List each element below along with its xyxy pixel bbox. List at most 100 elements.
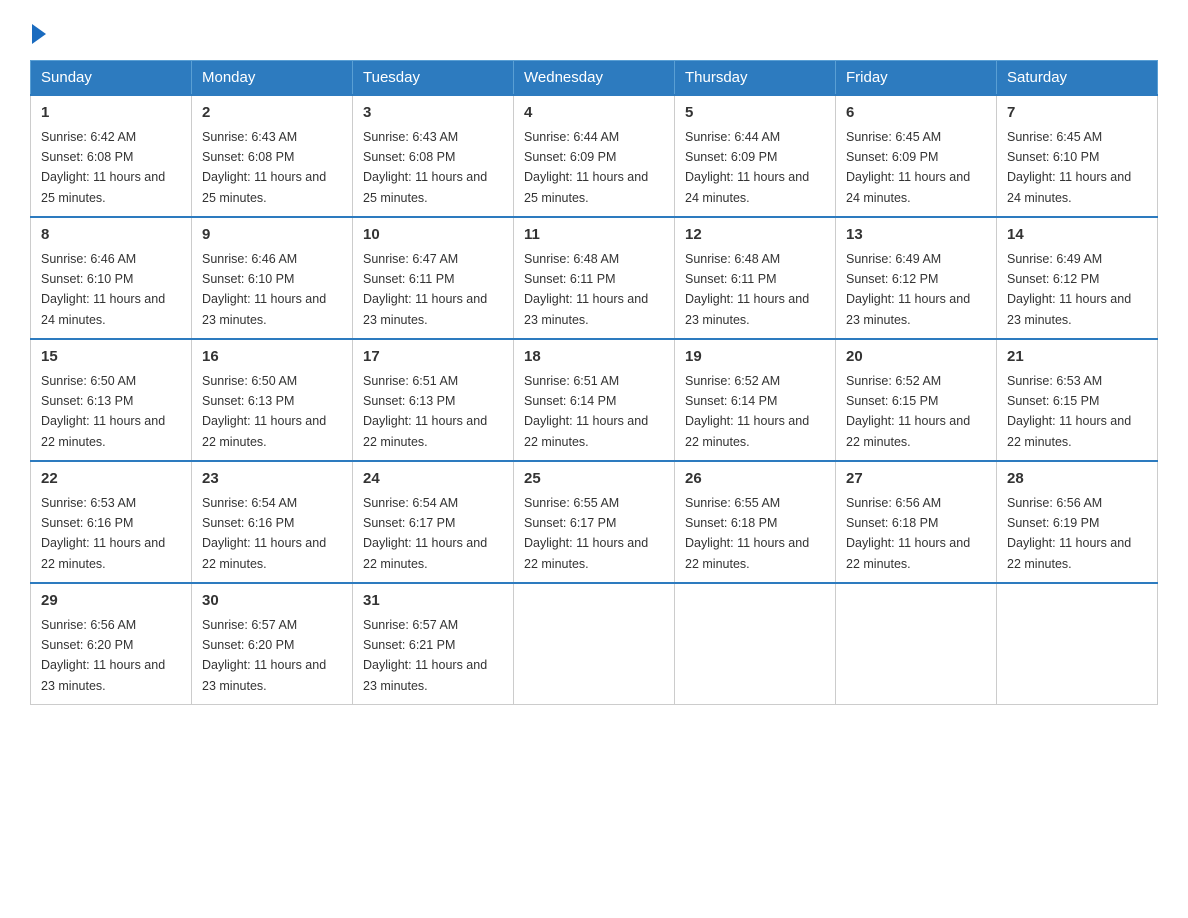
calendar-cell: 10 Sunrise: 6:47 AMSunset: 6:11 PMDaylig… — [353, 217, 514, 339]
day-number: 31 — [363, 590, 503, 613]
day-info: Sunrise: 6:54 AMSunset: 6:17 PMDaylight:… — [363, 496, 487, 571]
calendar-cell: 1 Sunrise: 6:42 AMSunset: 6:08 PMDayligh… — [31, 95, 192, 217]
day-info: Sunrise: 6:57 AMSunset: 6:20 PMDaylight:… — [202, 618, 326, 693]
calendar-cell: 21 Sunrise: 6:53 AMSunset: 6:15 PMDaylig… — [997, 339, 1158, 461]
day-number: 10 — [363, 224, 503, 247]
calendar-cell — [836, 583, 997, 705]
calendar-cell: 14 Sunrise: 6:49 AMSunset: 6:12 PMDaylig… — [997, 217, 1158, 339]
day-info: Sunrise: 6:55 AMSunset: 6:18 PMDaylight:… — [685, 496, 809, 571]
day-info: Sunrise: 6:56 AMSunset: 6:20 PMDaylight:… — [41, 618, 165, 693]
day-number: 16 — [202, 346, 342, 369]
day-number: 4 — [524, 102, 664, 125]
day-info: Sunrise: 6:49 AMSunset: 6:12 PMDaylight:… — [846, 252, 970, 327]
calendar-cell: 3 Sunrise: 6:43 AMSunset: 6:08 PMDayligh… — [353, 95, 514, 217]
day-number: 29 — [41, 590, 181, 613]
day-number: 21 — [1007, 346, 1147, 369]
day-info: Sunrise: 6:56 AMSunset: 6:18 PMDaylight:… — [846, 496, 970, 571]
day-number: 8 — [41, 224, 181, 247]
day-number: 20 — [846, 346, 986, 369]
col-header-sunday: Sunday — [31, 61, 192, 96]
calendar-cell: 7 Sunrise: 6:45 AMSunset: 6:10 PMDayligh… — [997, 95, 1158, 217]
day-info: Sunrise: 6:45 AMSunset: 6:09 PMDaylight:… — [846, 130, 970, 205]
day-info: Sunrise: 6:52 AMSunset: 6:15 PMDaylight:… — [846, 374, 970, 449]
calendar-cell: 25 Sunrise: 6:55 AMSunset: 6:17 PMDaylig… — [514, 461, 675, 583]
calendar-cell: 18 Sunrise: 6:51 AMSunset: 6:14 PMDaylig… — [514, 339, 675, 461]
col-header-friday: Friday — [836, 61, 997, 96]
day-info: Sunrise: 6:48 AMSunset: 6:11 PMDaylight:… — [524, 252, 648, 327]
day-number: 18 — [524, 346, 664, 369]
day-number: 28 — [1007, 468, 1147, 491]
day-number: 25 — [524, 468, 664, 491]
logo — [30, 20, 46, 40]
day-number: 2 — [202, 102, 342, 125]
day-info: Sunrise: 6:43 AMSunset: 6:08 PMDaylight:… — [363, 130, 487, 205]
day-info: Sunrise: 6:56 AMSunset: 6:19 PMDaylight:… — [1007, 496, 1131, 571]
calendar-cell — [514, 583, 675, 705]
day-number: 19 — [685, 346, 825, 369]
day-number: 1 — [41, 102, 181, 125]
day-number: 6 — [846, 102, 986, 125]
calendar-table: SundayMondayTuesdayWednesdayThursdayFrid… — [30, 60, 1158, 705]
day-info: Sunrise: 6:47 AMSunset: 6:11 PMDaylight:… — [363, 252, 487, 327]
calendar-cell: 16 Sunrise: 6:50 AMSunset: 6:13 PMDaylig… — [192, 339, 353, 461]
day-number: 13 — [846, 224, 986, 247]
day-info: Sunrise: 6:46 AMSunset: 6:10 PMDaylight:… — [202, 252, 326, 327]
day-info: Sunrise: 6:54 AMSunset: 6:16 PMDaylight:… — [202, 496, 326, 571]
calendar-cell — [997, 583, 1158, 705]
day-info: Sunrise: 6:44 AMSunset: 6:09 PMDaylight:… — [685, 130, 809, 205]
day-number: 9 — [202, 224, 342, 247]
day-info: Sunrise: 6:43 AMSunset: 6:08 PMDaylight:… — [202, 130, 326, 205]
logo-arrow-icon — [32, 24, 46, 44]
day-number: 24 — [363, 468, 503, 491]
day-info: Sunrise: 6:53 AMSunset: 6:15 PMDaylight:… — [1007, 374, 1131, 449]
day-number: 23 — [202, 468, 342, 491]
day-number: 26 — [685, 468, 825, 491]
calendar-cell — [675, 583, 836, 705]
day-number: 12 — [685, 224, 825, 247]
col-header-saturday: Saturday — [997, 61, 1158, 96]
calendar-cell: 13 Sunrise: 6:49 AMSunset: 6:12 PMDaylig… — [836, 217, 997, 339]
calendar-cell: 2 Sunrise: 6:43 AMSunset: 6:08 PMDayligh… — [192, 95, 353, 217]
day-info: Sunrise: 6:55 AMSunset: 6:17 PMDaylight:… — [524, 496, 648, 571]
page-header — [30, 20, 1158, 40]
day-number: 15 — [41, 346, 181, 369]
day-info: Sunrise: 6:53 AMSunset: 6:16 PMDaylight:… — [41, 496, 165, 571]
calendar-cell: 30 Sunrise: 6:57 AMSunset: 6:20 PMDaylig… — [192, 583, 353, 705]
calendar-cell: 28 Sunrise: 6:56 AMSunset: 6:19 PMDaylig… — [997, 461, 1158, 583]
calendar-cell: 9 Sunrise: 6:46 AMSunset: 6:10 PMDayligh… — [192, 217, 353, 339]
calendar-cell: 20 Sunrise: 6:52 AMSunset: 6:15 PMDaylig… — [836, 339, 997, 461]
calendar-cell: 6 Sunrise: 6:45 AMSunset: 6:09 PMDayligh… — [836, 95, 997, 217]
calendar-cell: 5 Sunrise: 6:44 AMSunset: 6:09 PMDayligh… — [675, 95, 836, 217]
week-row-3: 15 Sunrise: 6:50 AMSunset: 6:13 PMDaylig… — [31, 339, 1158, 461]
day-info: Sunrise: 6:44 AMSunset: 6:09 PMDaylight:… — [524, 130, 648, 205]
calendar-cell: 27 Sunrise: 6:56 AMSunset: 6:18 PMDaylig… — [836, 461, 997, 583]
calendar-cell: 22 Sunrise: 6:53 AMSunset: 6:16 PMDaylig… — [31, 461, 192, 583]
week-row-1: 1 Sunrise: 6:42 AMSunset: 6:08 PMDayligh… — [31, 95, 1158, 217]
day-info: Sunrise: 6:51 AMSunset: 6:14 PMDaylight:… — [524, 374, 648, 449]
calendar-cell: 12 Sunrise: 6:48 AMSunset: 6:11 PMDaylig… — [675, 217, 836, 339]
calendar-cell: 11 Sunrise: 6:48 AMSunset: 6:11 PMDaylig… — [514, 217, 675, 339]
day-number: 14 — [1007, 224, 1147, 247]
calendar-cell: 29 Sunrise: 6:56 AMSunset: 6:20 PMDaylig… — [31, 583, 192, 705]
header-row: SundayMondayTuesdayWednesdayThursdayFrid… — [31, 61, 1158, 96]
calendar-cell: 4 Sunrise: 6:44 AMSunset: 6:09 PMDayligh… — [514, 95, 675, 217]
day-info: Sunrise: 6:46 AMSunset: 6:10 PMDaylight:… — [41, 252, 165, 327]
week-row-5: 29 Sunrise: 6:56 AMSunset: 6:20 PMDaylig… — [31, 583, 1158, 705]
col-header-monday: Monday — [192, 61, 353, 96]
calendar-cell: 26 Sunrise: 6:55 AMSunset: 6:18 PMDaylig… — [675, 461, 836, 583]
day-info: Sunrise: 6:50 AMSunset: 6:13 PMDaylight:… — [41, 374, 165, 449]
day-info: Sunrise: 6:57 AMSunset: 6:21 PMDaylight:… — [363, 618, 487, 693]
day-number: 5 — [685, 102, 825, 125]
day-info: Sunrise: 6:48 AMSunset: 6:11 PMDaylight:… — [685, 252, 809, 327]
day-number: 17 — [363, 346, 503, 369]
day-number: 27 — [846, 468, 986, 491]
day-number: 7 — [1007, 102, 1147, 125]
col-header-thursday: Thursday — [675, 61, 836, 96]
calendar-cell: 23 Sunrise: 6:54 AMSunset: 6:16 PMDaylig… — [192, 461, 353, 583]
day-info: Sunrise: 6:49 AMSunset: 6:12 PMDaylight:… — [1007, 252, 1131, 327]
day-info: Sunrise: 6:51 AMSunset: 6:13 PMDaylight:… — [363, 374, 487, 449]
day-number: 30 — [202, 590, 342, 613]
calendar-cell: 19 Sunrise: 6:52 AMSunset: 6:14 PMDaylig… — [675, 339, 836, 461]
day-info: Sunrise: 6:50 AMSunset: 6:13 PMDaylight:… — [202, 374, 326, 449]
day-info: Sunrise: 6:45 AMSunset: 6:10 PMDaylight:… — [1007, 130, 1131, 205]
